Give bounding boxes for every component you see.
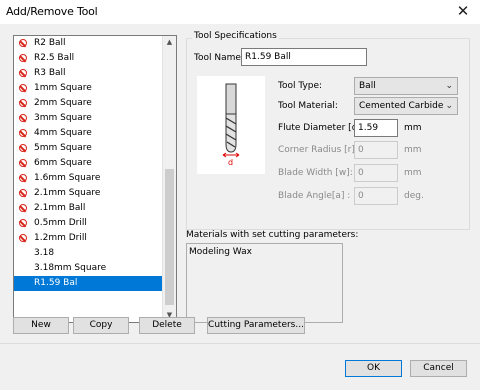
tool-list-item[interactable]: 0.5mm Drill — [14, 216, 163, 231]
prohibited-icon — [19, 54, 27, 62]
blade-angle-label: Blade Angle[a] : — [278, 191, 351, 201]
tool-list-item-label: R1.59 Bal — [34, 278, 78, 288]
tool-list-item[interactable]: 2.1mm Ball — [14, 201, 163, 216]
tool-list-scrollbar[interactable]: ▲ ▼ — [162, 36, 176, 322]
tool-list-item[interactable]: 1.6mm Square — [14, 171, 163, 186]
tool-list-item-label: 6mm Square — [34, 158, 92, 168]
tool-list-item[interactable]: 2.1mm Square — [14, 186, 163, 201]
new-button[interactable]: New — [13, 317, 69, 334]
tool-list[interactable]: R2 Ball R2.5 Ball R3 Ball 1mm Square 2mm Squ… — [13, 35, 177, 323]
tool-list-item[interactable]: R1.59 Bal — [14, 276, 163, 291]
tool-list-item-label: 3.18mm Square — [34, 263, 107, 273]
scroll-thumb[interactable] — [165, 169, 174, 305]
prohibited-icon — [19, 219, 27, 227]
tool-type-select[interactable]: Ball ⌄ — [354, 77, 458, 95]
prohibited-icon — [19, 39, 27, 47]
tool-specifications-title: Tool Specifications — [192, 31, 279, 41]
tool-material-value: Cemented Carbide — [359, 101, 444, 111]
prohibited-icon — [19, 144, 27, 152]
prohibited-icon — [19, 189, 27, 197]
tool-list-item-label: 4mm Square — [34, 128, 92, 138]
tool-name-field[interactable] — [241, 48, 367, 66]
material-item[interactable]: Modeling Wax — [189, 247, 340, 257]
flute-diameter-field[interactable] — [354, 119, 398, 137]
corner-radius-field — [354, 141, 398, 159]
tool-list-item[interactable]: 2mm Square — [14, 96, 163, 111]
cutting-parameters-button[interactable]: Cutting Parameters... — [207, 317, 305, 334]
tool-list-item-label: 1.2mm Drill — [34, 233, 87, 243]
prohibited-icon — [19, 234, 27, 242]
flute-diameter-label: Flute Diameter [d]: — [278, 123, 364, 133]
tool-list-item-label: 3.18 — [34, 248, 55, 258]
copy-button[interactable]: Copy — [73, 317, 129, 334]
blade-width-unit: mm — [404, 168, 422, 178]
prohibited-icon — [19, 84, 27, 92]
tool-diagram: d — [197, 76, 265, 174]
dialog-body: R2 Ball R2.5 Ball R3 Ball 1mm Square 2mm Squ… — [0, 24, 480, 390]
tool-list-item[interactable]: R2 Ball — [14, 36, 163, 51]
chevron-down-icon: ⌄ — [445, 81, 453, 91]
tool-list-item-label: 1.6mm Square — [34, 173, 101, 183]
tool-list-item[interactable]: R2.5 Ball — [14, 51, 163, 66]
prohibited-icon — [19, 99, 27, 107]
materials-label: Materials with set cutting parameters: — [186, 230, 359, 240]
tool-list-item-label: R2 Ball — [34, 38, 66, 48]
tool-list-item[interactable]: 4mm Square — [14, 126, 163, 141]
tool-list-item-label: 0.5mm Drill — [34, 218, 87, 228]
tool-list-item[interactable]: 6mm Square — [14, 156, 163, 171]
ok-button[interactable]: OK — [345, 360, 402, 377]
prohibited-icon — [19, 69, 27, 77]
tool-list-item[interactable]: R3 Ball — [14, 66, 163, 81]
blade-angle-unit: deg. — [404, 191, 424, 201]
tool-list-item-label: 2mm Square — [34, 98, 92, 108]
scroll-up-icon[interactable]: ▲ — [163, 36, 176, 49]
prohibited-icon — [19, 129, 27, 137]
corner-radius-label: Corner Radius [r]: — [278, 145, 358, 155]
chevron-down-icon: ⌄ — [445, 101, 453, 111]
tool-material-select[interactable]: Cemented Carbide ⌄ — [354, 97, 458, 115]
tool-list-item-label: 3mm Square — [34, 113, 92, 123]
prohibited-icon — [19, 114, 27, 122]
tool-material-label: Tool Material: — [278, 101, 338, 111]
delete-button[interactable]: Delete — [139, 317, 195, 334]
window-title: Add/Remove Tool — [6, 5, 98, 18]
tool-list-item[interactable]: 5mm Square — [14, 141, 163, 156]
tool-list-item[interactable]: 3mm Square — [14, 111, 163, 126]
tool-type-label: Tool Type: — [278, 81, 323, 91]
tool-list-item-label: 2.1mm Square — [34, 188, 101, 198]
blade-width-label: Blade Width [w]: — [278, 168, 353, 178]
tool-type-value: Ball — [359, 81, 376, 91]
prohibited-icon — [19, 159, 27, 167]
tool-name-label: Tool Name: — [194, 53, 244, 63]
tool-list-item-label: R3 Ball — [34, 68, 66, 78]
cancel-button[interactable]: Cancel — [410, 360, 467, 377]
title-bar: Add/Remove Tool ✕ — [0, 0, 480, 24]
prohibited-icon — [19, 174, 27, 182]
diameter-label: d — [228, 158, 233, 167]
blade-angle-field — [354, 187, 398, 205]
tool-list-item[interactable]: 3.18mm Square — [14, 261, 163, 276]
tool-list-item-label: 5mm Square — [34, 143, 92, 153]
prohibited-icon — [19, 204, 27, 212]
button-separator — [0, 343, 480, 344]
tool-list-item[interactable]: 1mm Square — [14, 81, 163, 96]
tool-list-item[interactable]: 1.2mm Drill — [14, 231, 163, 246]
ball-endmill-icon: d — [222, 83, 240, 167]
tool-list-item-label: R2.5 Ball — [34, 53, 75, 63]
tool-list-items: R2 Ball R2.5 Ball R3 Ball 1mm Square 2mm Squ… — [14, 36, 163, 291]
blade-width-field — [354, 164, 398, 182]
corner-radius-unit: mm — [404, 145, 422, 155]
tool-list-item[interactable]: 3.18 — [14, 246, 163, 261]
flute-diameter-unit: mm — [404, 123, 422, 133]
tool-list-item-label: 1mm Square — [34, 83, 92, 93]
materials-list[interactable]: Modeling Wax — [186, 243, 343, 323]
tool-list-item-label: 2.1mm Ball — [34, 203, 86, 213]
close-icon[interactable]: ✕ — [446, 0, 480, 24]
